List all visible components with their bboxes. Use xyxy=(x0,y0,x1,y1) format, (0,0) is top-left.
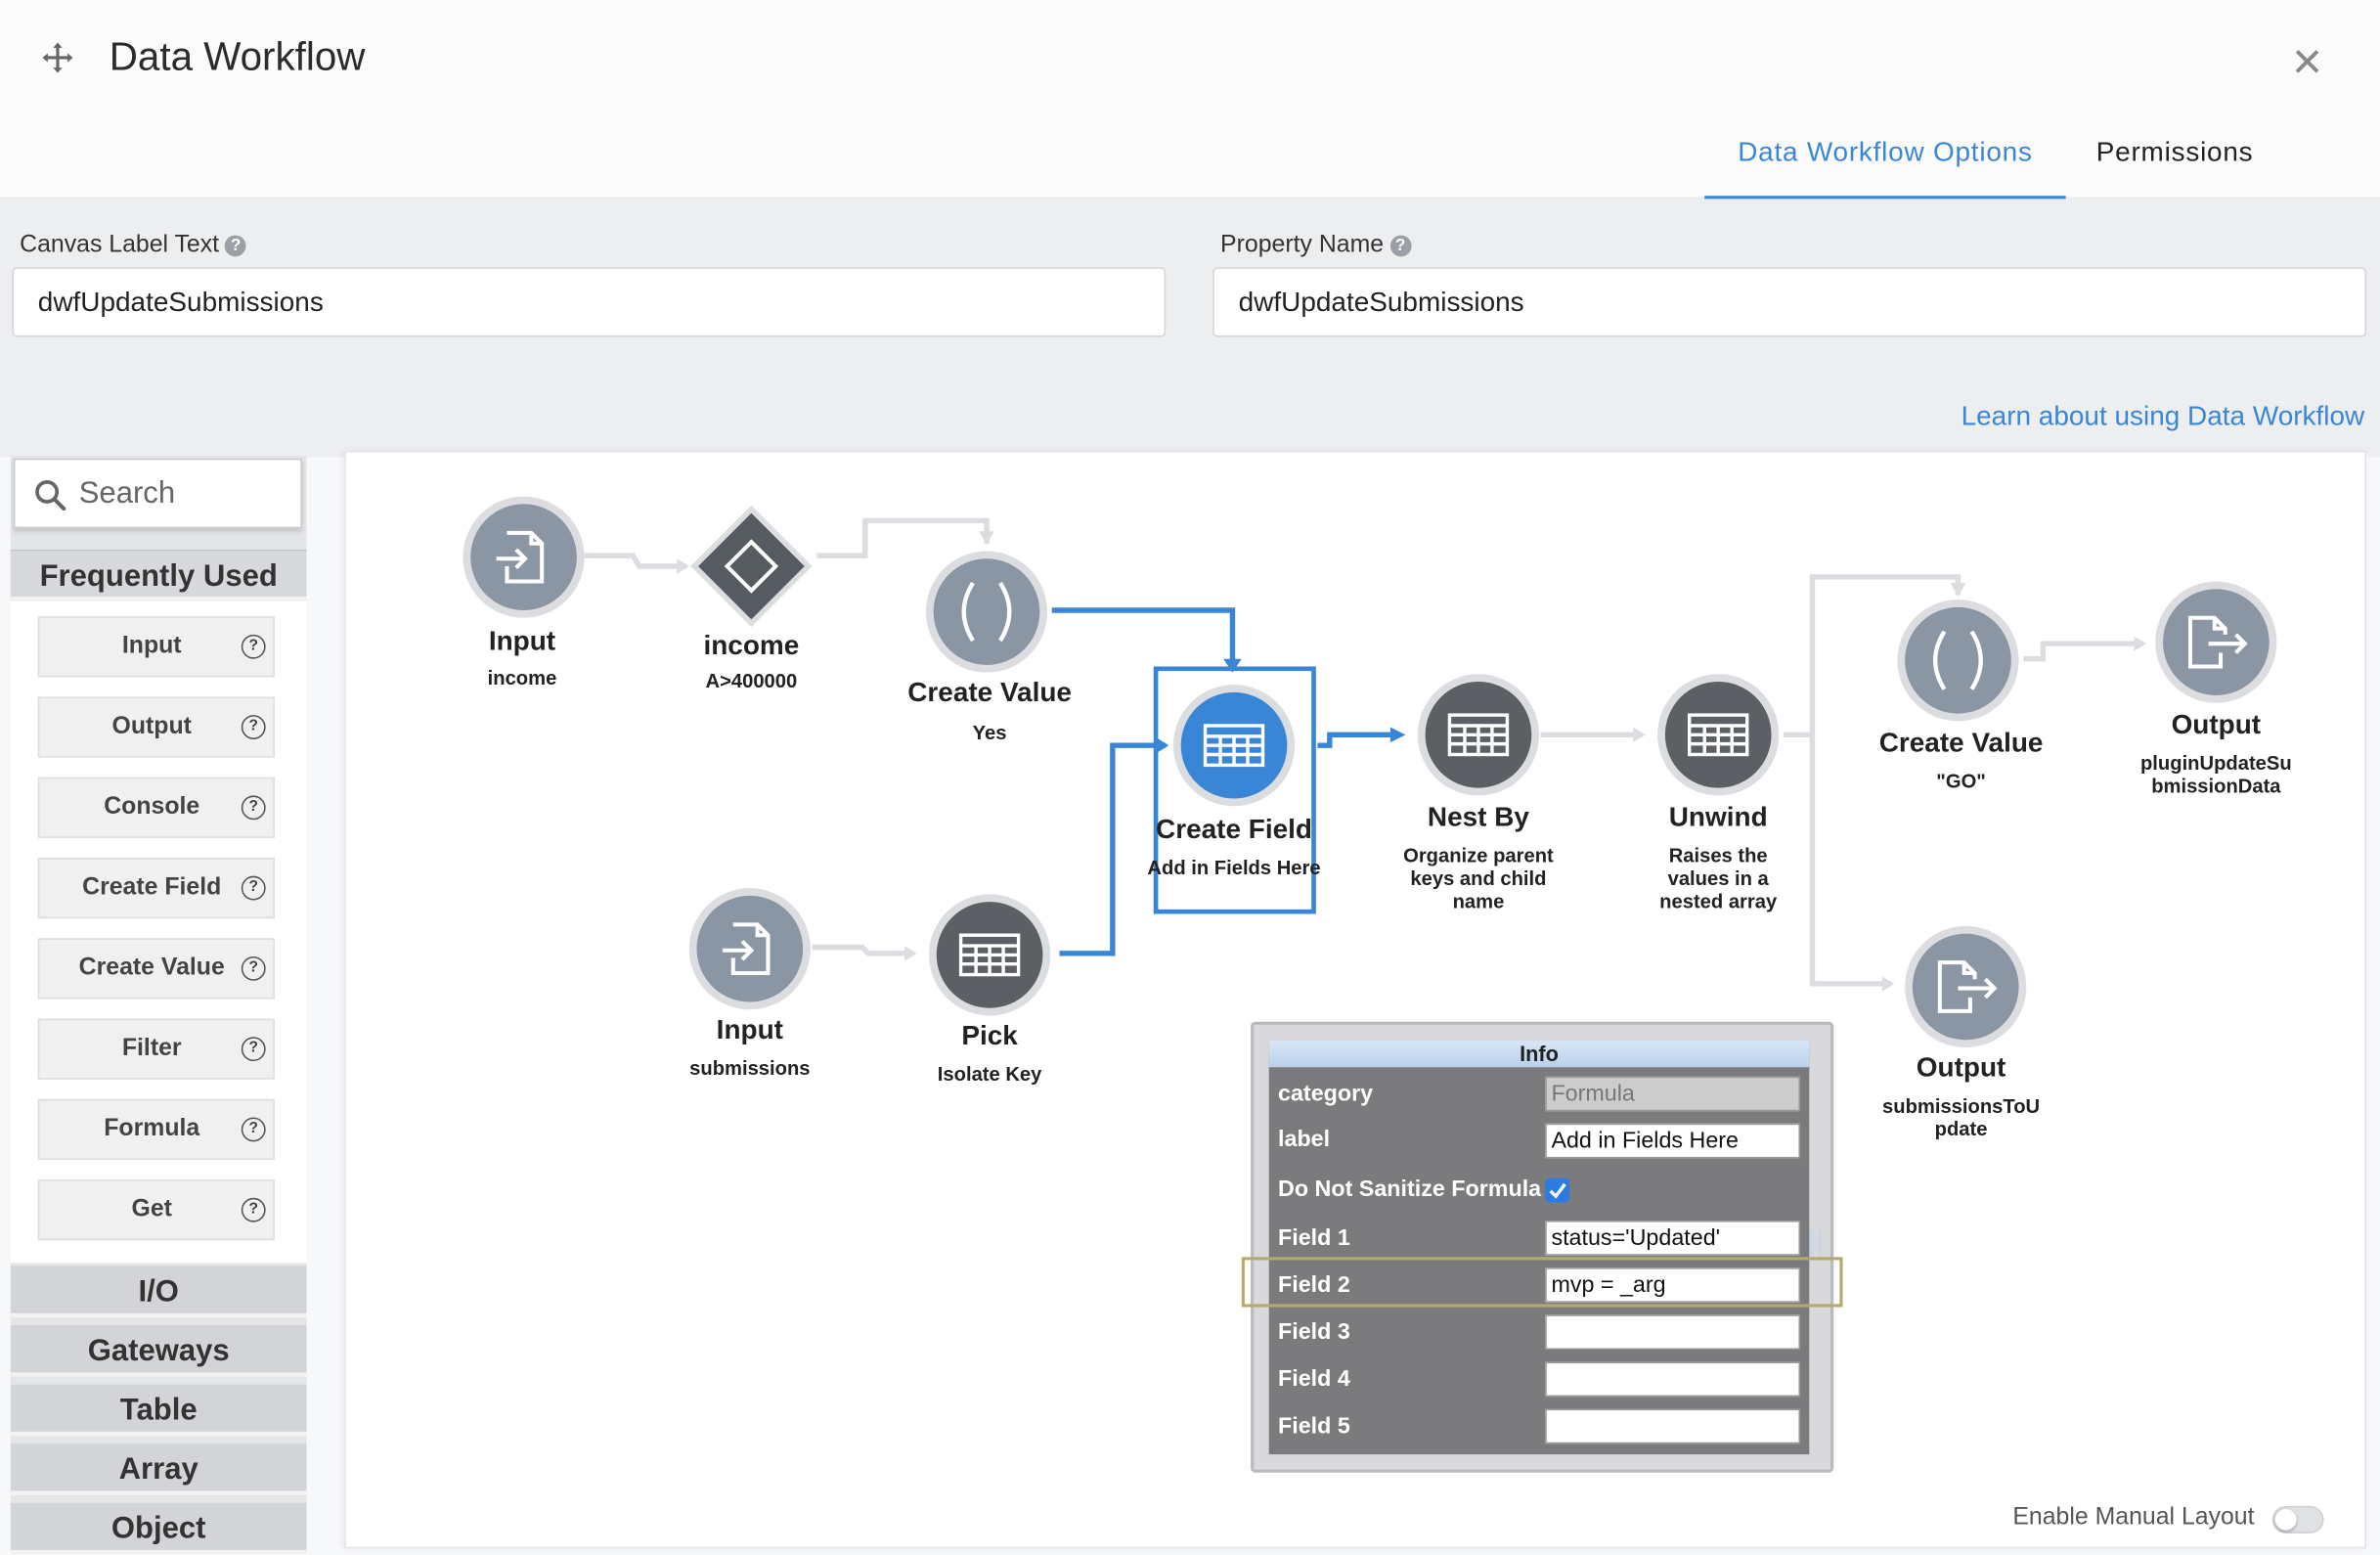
info-label-label: label xyxy=(1278,1126,1331,1153)
sanitize-checkbox[interactable] xyxy=(1545,1177,1570,1203)
node-circle xyxy=(1417,674,1540,796)
node-circle xyxy=(688,888,811,1010)
wire-arrowhead xyxy=(979,531,994,546)
wire-arrowhead xyxy=(2134,636,2146,651)
node-circle xyxy=(929,894,1051,1016)
wire-input-submissions-to-pick xyxy=(812,944,914,956)
manual-layout-label: Enable Manual Layout xyxy=(2012,1504,2255,1531)
field-1-input[interactable]: status='Updated' xyxy=(1545,1221,1801,1256)
node-name: Output xyxy=(2171,708,2262,739)
node-desc: "GO" xyxy=(1936,770,1986,793)
node-circle xyxy=(1905,925,2027,1048)
manual-layout-toggle[interactable] xyxy=(2271,1505,2324,1533)
node-desc: Raises the values in a nested array xyxy=(1659,844,1778,912)
node-desc: Yes xyxy=(972,721,1007,744)
check-icon xyxy=(1549,1182,1566,1199)
node-desc: pluginUpdateSu bmissionData xyxy=(2139,751,2292,797)
node-desc: Add in Fields Here xyxy=(1147,856,1321,879)
info-label-field-1: Field 1 xyxy=(1278,1224,1350,1252)
wire-arrowhead xyxy=(1633,727,1646,743)
field-3-input[interactable] xyxy=(1545,1314,1801,1350)
info-panel-title: Info xyxy=(1268,1040,1810,1068)
node-name: Output xyxy=(1916,1051,2006,1083)
node-circle xyxy=(1897,600,2019,722)
node-name: Unwind xyxy=(1668,801,1768,832)
info-label-category: category xyxy=(1278,1081,1374,1107)
info-label-field-3: Field 3 xyxy=(1278,1318,1350,1346)
field-5-input[interactable] xyxy=(1545,1408,1801,1444)
node-circle xyxy=(1172,685,1296,807)
wire-create-value-go-to-output xyxy=(2023,641,2143,662)
info-label-field-4: Field 4 xyxy=(1278,1366,1350,1393)
wire-arrowhead xyxy=(1389,727,1406,743)
field-4-input[interactable] xyxy=(1545,1361,1801,1398)
field-2-highlight xyxy=(1241,1257,1843,1308)
node-name: Pick xyxy=(961,1020,1018,1051)
node-desc: Organize parent keys and child name xyxy=(1403,844,1554,912)
node-diamond xyxy=(690,505,813,628)
resize-handle[interactable] xyxy=(1809,1229,1822,1258)
label-field[interactable]: Add in Fields Here xyxy=(1545,1123,1801,1159)
node-desc: submissionsToU pdate xyxy=(1882,1094,2041,1140)
wire-arrowhead xyxy=(1881,976,1895,992)
node-desc: Isolate Key xyxy=(937,1062,1042,1086)
category-field: Formula xyxy=(1545,1076,1801,1112)
wire-arrowhead xyxy=(904,946,917,961)
info-panel-body: Info category Formula label Add in Field… xyxy=(1268,1040,1810,1455)
wire-gateway-to-create-value xyxy=(816,517,990,558)
info-panel: Info category Formula label Add in Field… xyxy=(1251,1021,1834,1473)
wire-create-value-to-create-field xyxy=(1051,607,1236,669)
wire-create-field-to-nest-by xyxy=(1317,732,1400,748)
wire-pick-to-create-field xyxy=(1059,742,1167,956)
node-circle xyxy=(1657,674,1780,796)
node-circle xyxy=(2155,581,2277,703)
wire-input-income-to-gateway xyxy=(584,553,686,569)
toggle-knob xyxy=(2274,1508,2297,1531)
info-label-field-5: Field 5 xyxy=(1278,1413,1350,1440)
node-name: Create Value xyxy=(907,677,1072,708)
wire-arrowhead xyxy=(1950,583,1966,598)
info-label-sanitize: Do Not Sanitize Formula xyxy=(1278,1177,1542,1203)
node-circle xyxy=(925,551,1048,673)
node-circle xyxy=(463,496,585,618)
node-name: income xyxy=(703,630,800,661)
